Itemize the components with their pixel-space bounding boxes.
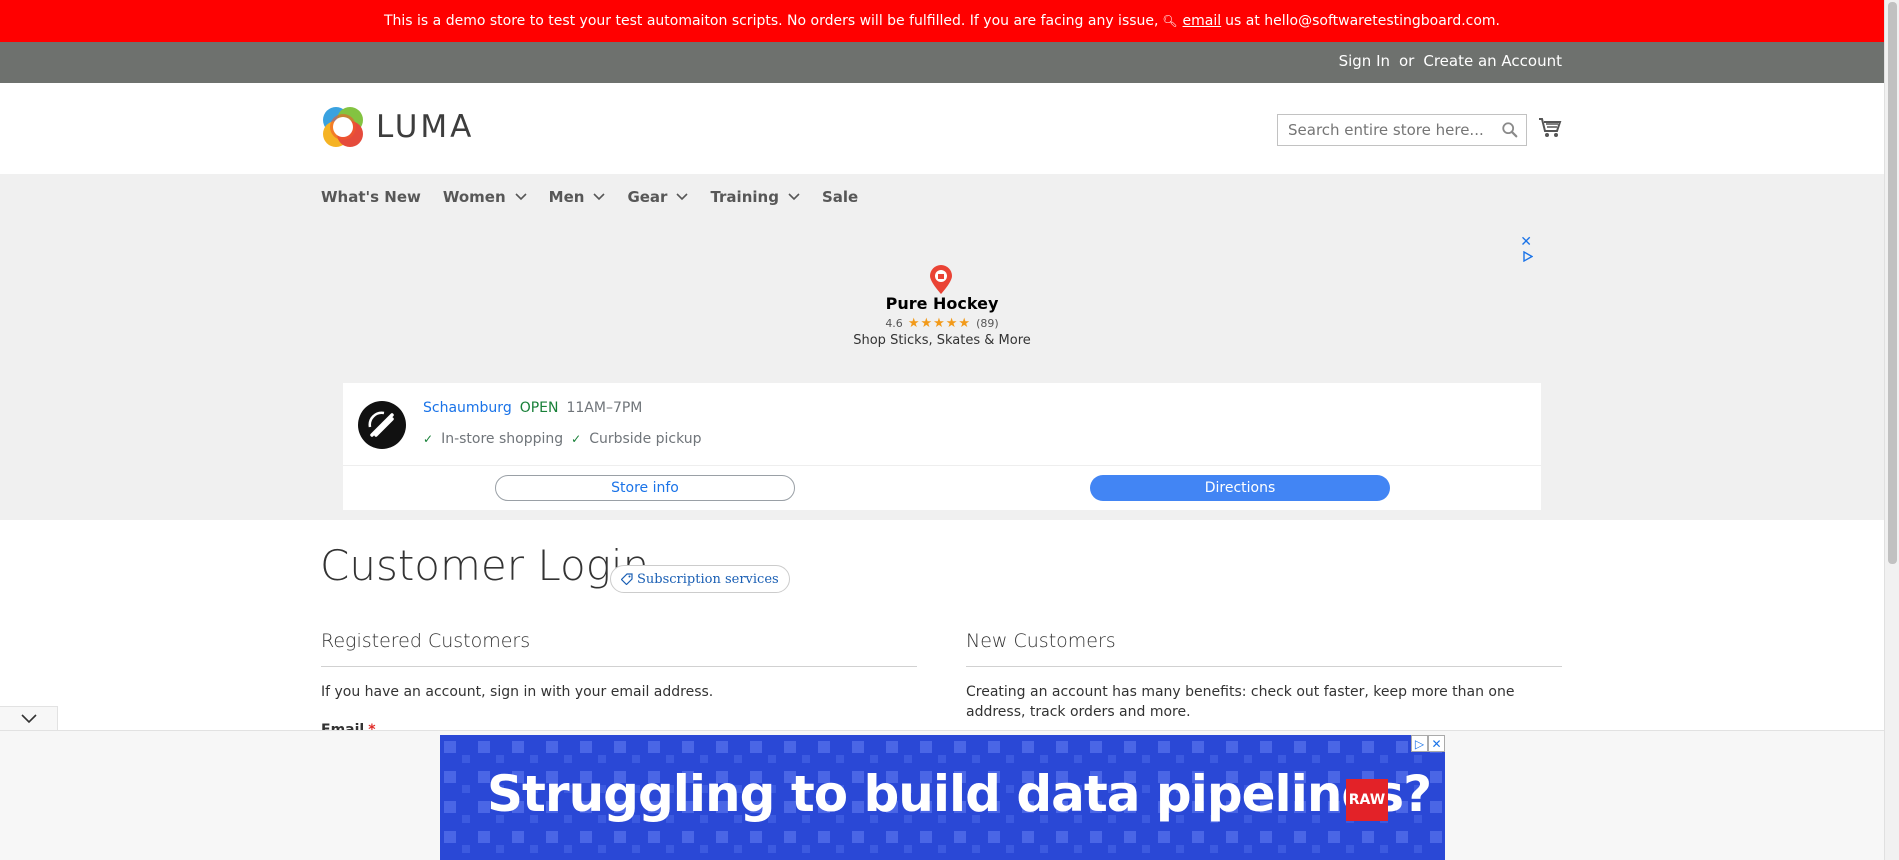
store-hours: 11AM–7PM	[566, 400, 643, 416]
logo-text: LUMA	[376, 109, 475, 145]
search-input[interactable]	[1277, 114, 1527, 146]
store-location[interactable]: Schaumburg	[423, 400, 512, 416]
demo-notice-text-after: us at hello@softwaretestingboard.com.	[1225, 13, 1501, 29]
review-count: (89)	[976, 317, 999, 330]
luma-logo[interactable]: LUMA	[321, 105, 474, 149]
ad-rating: 4.6 ★★★★★ (89)	[343, 316, 1541, 331]
scrollbar-thumb[interactable]	[1888, 2, 1897, 564]
chevron-down-icon	[788, 193, 800, 201]
registered-customers-text: If you have an account, sign in with you…	[321, 684, 714, 700]
nav-item-women[interactable]: Women	[443, 188, 527, 206]
registered-customers-title: Registered Customers	[321, 630, 531, 652]
store-card[interactable]: Schaumburg OPEN 11AM–7PM ✓ In-store shop…	[343, 383, 1541, 510]
check-icon: ✓	[571, 432, 582, 446]
nav-item-label: Women	[442, 188, 506, 206]
create-account-link[interactable]: Create an Account	[1423, 52, 1562, 70]
store-features: ✓ In-store shopping ✓ Curbside pickup	[423, 431, 702, 447]
rating-value: 4.6	[885, 317, 903, 330]
nav-menu: What's New Women Men Gear Training Sale	[321, 188, 880, 206]
collapse-ad-tab[interactable]	[0, 706, 58, 731]
directions-button[interactable]: Directions	[1090, 475, 1390, 501]
nav-item-whats-new[interactable]: What's New	[321, 188, 421, 206]
bottom-banner-ad[interactable]: Struggling to build data pipelines? RAW …	[440, 735, 1445, 860]
page-title: Customer Login	[320, 541, 650, 590]
rating-stars: ★★★★★	[907, 316, 972, 331]
check-icon: ✓	[423, 432, 434, 446]
key-icon: 🔍︎	[1158, 14, 1178, 28]
raw-logo: RAW	[1346, 779, 1388, 821]
divider	[343, 465, 1541, 466]
nav-item-label: Gear	[627, 188, 668, 206]
ad-controls: ▷ ✕	[1411, 735, 1445, 752]
map-pin-icon	[930, 265, 952, 294]
chevron-down-icon	[593, 193, 606, 201]
divider	[321, 666, 917, 667]
subscription-badge[interactable]: Subscription services	[610, 565, 790, 593]
chevron-down-icon	[676, 193, 689, 201]
map-ad[interactable]: ✕ Pure Hockey 4.6 ★★★★★ (89) Shop Sticks…	[343, 231, 1541, 383]
feature-curbside: Curbside pickup	[589, 431, 702, 447]
chevron-down-icon	[21, 714, 37, 724]
or-text: or	[1399, 52, 1415, 70]
demo-notice-text: This is a demo store to test your test a…	[383, 13, 1159, 29]
demo-notice-bar: This is a demo store to test your test a…	[0, 0, 1884, 42]
feature-instore: In-store shopping	[441, 431, 564, 447]
store-info-button[interactable]: Store info	[495, 475, 795, 501]
panel-header: Sign In or Create an Account	[0, 42, 1884, 83]
ad-headline: Struggling to build data pipelines?	[487, 765, 1432, 823]
nav-item-sale[interactable]: Sale	[822, 188, 858, 206]
chevron-down-icon	[515, 193, 527, 201]
store-avatar	[358, 401, 406, 449]
subscription-badge-label: Subscription services	[637, 571, 779, 587]
search-icon[interactable]	[1501, 121, 1519, 139]
nav-item-label: Men	[548, 188, 585, 206]
store-status-line: Schaumburg OPEN 11AM–7PM	[423, 400, 642, 416]
ad-business-name: Pure Hockey	[885, 294, 999, 313]
divider	[966, 666, 1562, 667]
nav-item-men[interactable]: Men	[549, 188, 606, 206]
tag-icon	[621, 573, 633, 585]
new-customers-title: New Customers	[966, 630, 1116, 652]
close-icon[interactable]: ✕	[1520, 234, 1532, 250]
header-links: Sign In or Create an Account	[1339, 52, 1562, 70]
new-customers-text: Creating an account has many benefits: c…	[966, 684, 1515, 720]
ad-tagline: Shop Sticks, Skates & More	[853, 333, 1031, 348]
store-status: OPEN	[519, 400, 559, 416]
store-logo-icon	[368, 411, 394, 437]
luma-logo-icon	[323, 107, 363, 147]
scrollbar[interactable]	[1884, 0, 1899, 860]
nav-item-label: Sale	[821, 188, 859, 206]
nav-item-label: Training	[710, 188, 779, 206]
adchoices-icon[interactable]: ▷	[1411, 735, 1428, 752]
nav-item-training[interactable]: Training	[710, 188, 800, 206]
sign-in-link[interactable]: Sign In	[1339, 52, 1390, 70]
email-link[interactable]: email	[1183, 13, 1222, 29]
cart-icon[interactable]	[1538, 116, 1562, 140]
adchoices-icon[interactable]	[1522, 251, 1533, 262]
nav-item-gear[interactable]: Gear	[627, 188, 689, 206]
nav-item-label: What's New	[321, 188, 421, 206]
close-icon[interactable]: ✕	[1428, 735, 1445, 752]
